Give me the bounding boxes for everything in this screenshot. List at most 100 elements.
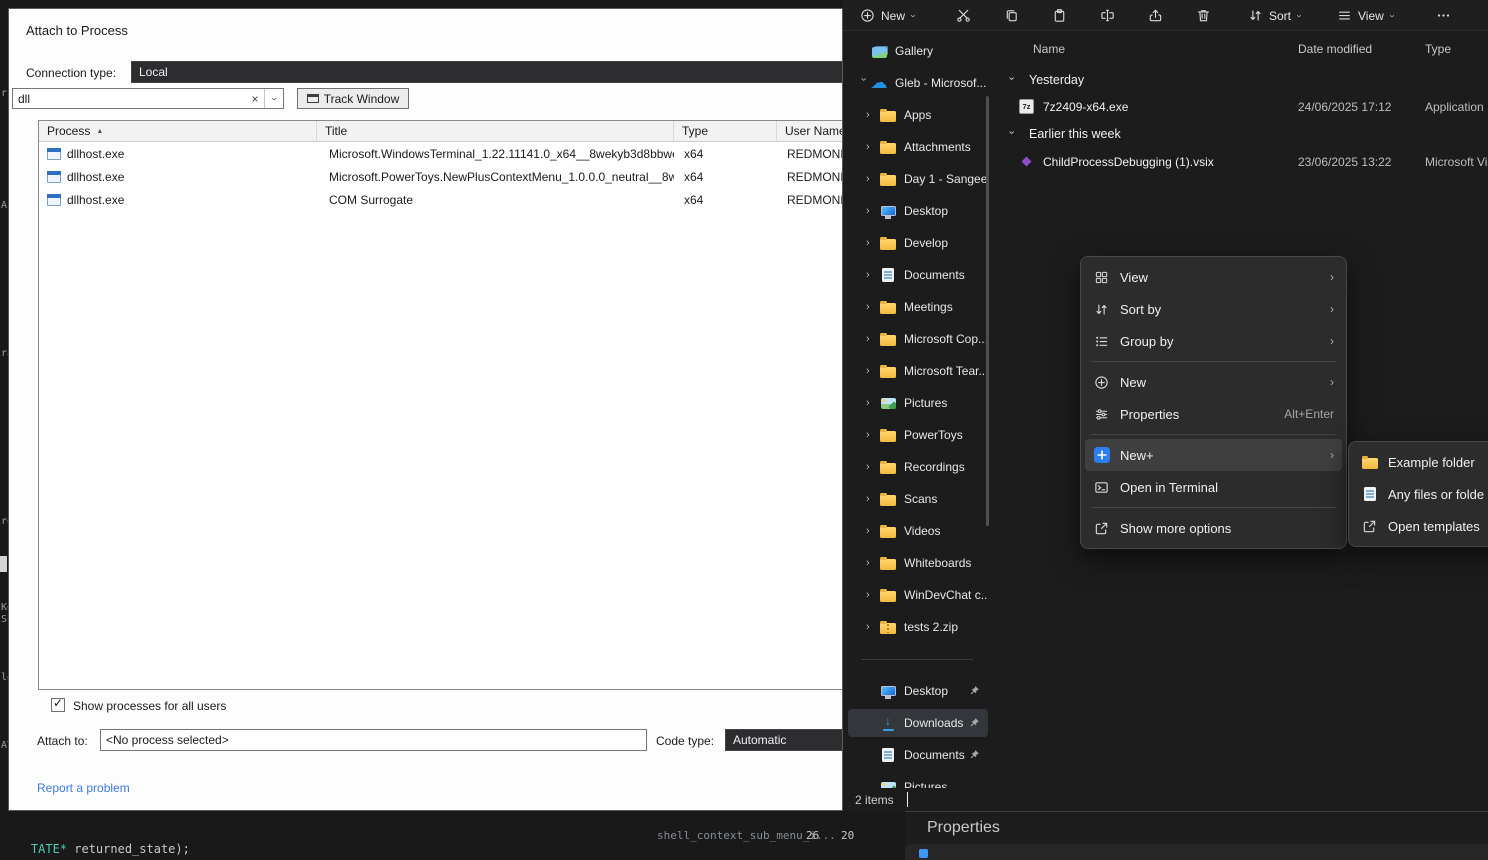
menu-item-properties[interactable]: PropertiesAlt+Enter — [1085, 398, 1342, 430]
chevron-down-icon: › — [1386, 14, 1396, 17]
connection-type-combobox[interactable]: Local — [131, 61, 843, 83]
process-filter-input[interactable] — [13, 92, 246, 106]
group-collapse-icon[interactable]: › — [1005, 77, 1016, 81]
chevron-right-icon[interactable]: › — [866, 494, 878, 505]
menu-item-show-more-options[interactable]: Show more options — [1085, 512, 1342, 544]
process-filter-combobox[interactable]: × › — [12, 88, 284, 109]
sidebar-item-microsoft-copilot[interactable]: ›Microsoft Cop... — [848, 325, 988, 353]
sidebar-item-scans[interactable]: ›Scans — [848, 485, 988, 513]
chevron-right-icon[interactable]: › — [866, 590, 878, 601]
sidebar-item-powertoys[interactable]: ›PowerToys — [848, 421, 988, 449]
menu-item-group-by[interactable]: Group by› — [1085, 325, 1342, 357]
sidebar-item-gallery[interactable]: Gallery — [848, 37, 988, 65]
chevron-right-icon[interactable]: › — [866, 142, 878, 153]
sidebar-item-onedrive[interactable]: ›☁Gleb - Microsof... — [848, 69, 988, 97]
chevron-right-icon[interactable]: › — [866, 110, 878, 121]
menu-item-sort-by[interactable]: Sort by› — [1085, 293, 1342, 325]
group-header-earlier-this-week[interactable]: Earlier this week — [1029, 127, 1121, 141]
column-header-date-modified[interactable]: Date modified — [1298, 42, 1372, 56]
column-header-username[interactable]: User Name — [777, 121, 843, 141]
menu-item-open-in-terminal[interactable]: Open in Terminal — [1085, 471, 1342, 503]
sidebar-item-microsoft-teams[interactable]: ›Microsoft Tear... — [848, 357, 988, 385]
sidebar-item-documents-pinned[interactable]: Documents — [848, 741, 988, 769]
chevron-down-icon[interactable]: › — [269, 97, 279, 100]
sidebar-item-attachments[interactable]: › Attachments — [848, 133, 988, 161]
external-arrow-icon — [1093, 521, 1110, 536]
sidebar-item-label: Documents — [904, 268, 965, 282]
menu-item-view[interactable]: View› — [1085, 261, 1342, 293]
menu-item-new-plus[interactable]: New+› — [1085, 439, 1342, 471]
attach-to-field[interactable] — [100, 729, 647, 751]
sidebar-item-windevchat[interactable]: ›WinDevChat c... — [848, 581, 988, 609]
sidebar-item-develop[interactable]: ›Develop — [848, 229, 988, 257]
table-row[interactable]: dllhost.exe Microsoft.WindowsTerminal_1.… — [39, 142, 843, 165]
code-type-combobox[interactable]: Automatic — [725, 729, 843, 751]
rename-button[interactable] — [1093, 3, 1121, 28]
column-header-type[interactable]: Type — [674, 121, 777, 141]
sidebar-item-label: Apps — [904, 108, 931, 122]
chevron-right-icon[interactable]: › — [866, 270, 878, 281]
sidebar-item-documents[interactable]: › Documents — [848, 261, 988, 289]
chevron-right-icon[interactable]: › — [866, 334, 878, 345]
sidebar-item-downloads-pinned[interactable]: ↓Downloads — [848, 709, 988, 737]
clipboard-icon — [1052, 8, 1067, 23]
show-all-users-checkbox[interactable]: ✓ — [51, 698, 65, 712]
sidebar-item-tests-zip[interactable]: ›tests 2.zip — [848, 613, 988, 641]
submenu-item-open-templates[interactable]: Open templates — [1353, 510, 1488, 542]
table-row[interactable]: dllhost.exe Microsoft.PowerToys.NewPlusC… — [39, 165, 843, 188]
share-button[interactable] — [1141, 3, 1169, 28]
submenu-item-any-files[interactable]: Any files or folde — [1353, 478, 1488, 510]
chevron-right-icon[interactable]: › — [866, 238, 878, 249]
sidebar-item-whiteboards[interactable]: ›Whiteboards — [848, 549, 988, 577]
chevron-right-icon[interactable]: › — [866, 174, 878, 185]
chevron-right-icon[interactable]: › — [866, 302, 878, 313]
sidebar-item-videos[interactable]: ›Videos — [848, 517, 988, 545]
column-header-title[interactable]: Title — [317, 121, 674, 141]
folder-icon — [880, 111, 896, 122]
sidebar-item-pictures[interactable]: ›Pictures — [848, 389, 988, 417]
sidebar-item-label: Recordings — [904, 460, 965, 474]
track-window-button[interactable]: Track Window — [297, 88, 409, 109]
column-header-name[interactable]: Name — [1033, 42, 1065, 56]
table-row[interactable]: dllhost.exe COM Surrogate x64 REDMOND — [39, 188, 843, 211]
file-name[interactable]: ChildProcessDebugging (1).vsix — [1043, 155, 1214, 169]
sidebar-item-recordings[interactable]: › Recordings — [848, 453, 988, 481]
sidebar-item-label: Attachments — [904, 140, 971, 154]
cut-button[interactable] — [949, 3, 977, 28]
chevron-right-icon[interactable]: › — [866, 462, 878, 473]
chevron-right-icon[interactable]: › — [866, 526, 878, 537]
chevron-right-icon[interactable]: › — [866, 430, 878, 441]
group-header-yesterday[interactable]: Yesterday — [1029, 73, 1084, 87]
chevron-right-icon[interactable]: › — [866, 398, 878, 409]
column-header-process[interactable]: Process▲ — [39, 121, 317, 141]
sidebar-scrollbar[interactable] — [986, 96, 989, 526]
new-button[interactable]: New › — [853, 3, 921, 28]
sidebar-item-desktop-pinned[interactable]: Desktop — [848, 677, 988, 705]
chevron-right-icon[interactable]: › — [866, 206, 878, 217]
sidebar-item-desktop[interactable]: ›Desktop — [848, 197, 988, 225]
clear-filter-icon[interactable]: × — [246, 92, 264, 106]
sort-button[interactable]: Sort › — [1241, 3, 1307, 28]
menu-item-new[interactable]: New› — [1085, 366, 1342, 398]
attach-to-process-dialog: Attach to Process Connection type: Local… — [8, 8, 843, 811]
code-token: TATE* — [31, 842, 67, 856]
see-more-button[interactable] — [1428, 3, 1458, 28]
sidebar-item-meetings[interactable]: ›Meetings — [848, 293, 988, 321]
sort-icon — [1248, 8, 1263, 23]
paste-button[interactable] — [1045, 3, 1073, 28]
copy-button[interactable] — [997, 3, 1025, 28]
file-date: 23/06/2025 13:22 — [1298, 155, 1391, 169]
column-header-type[interactable]: Type — [1425, 42, 1451, 56]
chevron-down-icon[interactable]: › — [858, 77, 869, 89]
sidebar-item-apps[interactable]: › Apps — [848, 101, 988, 129]
report-a-problem-link[interactable]: Report a problem — [37, 781, 130, 795]
view-button[interactable]: View › — [1330, 3, 1400, 28]
chevron-right-icon[interactable]: › — [866, 366, 878, 377]
delete-button[interactable] — [1189, 3, 1217, 28]
chevron-right-icon[interactable]: › — [866, 622, 878, 633]
file-name[interactable]: 7z2409-x64.exe — [1043, 100, 1128, 114]
sidebar-item-day1[interactable]: ›Day 1 - Sangee... — [848, 165, 988, 193]
submenu-item-example-folder[interactable]: Example folder — [1353, 446, 1488, 478]
group-collapse-icon[interactable]: › — [1005, 131, 1016, 135]
chevron-right-icon[interactable]: › — [866, 558, 878, 569]
